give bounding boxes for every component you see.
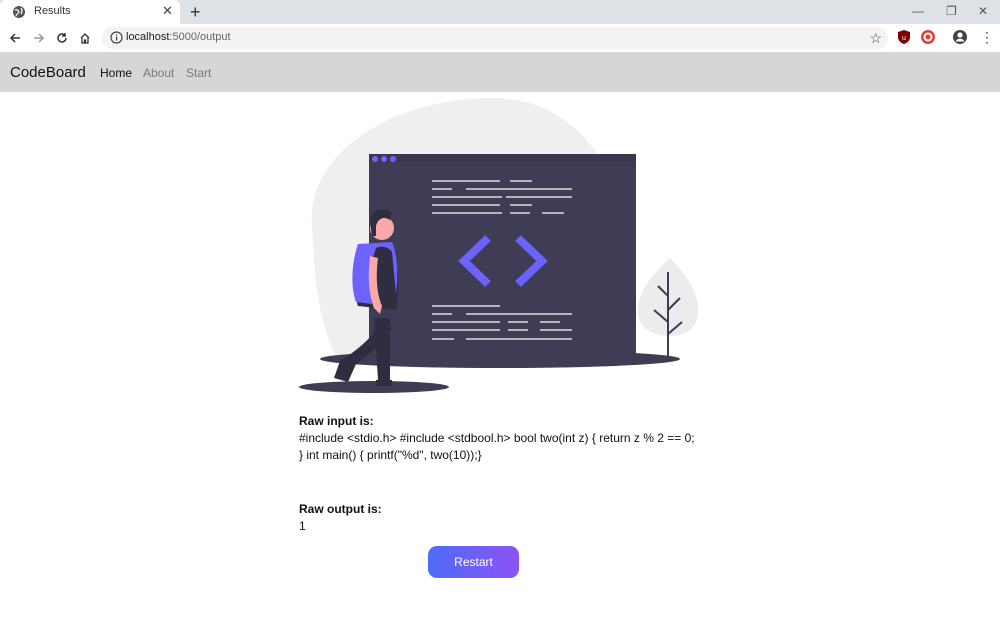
home-icon[interactable] — [76, 29, 94, 47]
info-icon[interactable] — [110, 31, 123, 44]
restart-button[interactable]: Restart — [428, 546, 519, 578]
svg-text:u: u — [902, 35, 906, 42]
url-host: localhost — [126, 31, 170, 43]
address-bar[interactable]: localhost:5000/output ☆ — [102, 27, 888, 49]
browser-tabstrip: Results ✕ + — ❐ ✕ — [0, 0, 1000, 24]
nav-link-start[interactable]: Start — [186, 66, 211, 80]
target-icon[interactable] — [920, 29, 936, 45]
tab-title: Results — [34, 5, 71, 17]
url-path: :5000/output — [169, 31, 231, 43]
nav-link-about[interactable]: About — [143, 66, 174, 80]
forward-arrow-icon[interactable] — [30, 29, 48, 47]
raw-input-text: #include <stdio.h> #include <stdbool.h> … — [299, 431, 695, 462]
globe-icon — [13, 6, 25, 18]
raw-output-label: Raw output is: — [299, 502, 382, 516]
ublock-icon[interactable]: u — [896, 29, 912, 45]
raw-input-label: Raw input is: — [299, 414, 374, 428]
plus-icon[interactable]: + — [190, 2, 201, 22]
minimize-icon[interactable]: — — [912, 4, 924, 18]
star-icon[interactable]: ☆ — [869, 30, 882, 46]
app-navbar: CodeBoard Home About Start — [0, 52, 1000, 92]
raw-output-text: 1 — [299, 519, 306, 533]
restore-icon[interactable]: ❐ — [946, 4, 957, 18]
close-icon[interactable]: ✕ — [162, 4, 173, 18]
browser-tab[interactable]: Results ✕ — [0, 0, 180, 24]
back-arrow-icon[interactable] — [6, 29, 24, 47]
window-close-icon[interactable]: ✕ — [978, 4, 988, 18]
browser-toolbar: localhost:5000/output ☆ u ⋮ — [0, 24, 1000, 53]
brand-logo[interactable]: CodeBoard — [10, 64, 86, 81]
url-text: localhost:5000/output — [126, 31, 231, 43]
account-icon[interactable] — [952, 29, 968, 45]
coding-illustration — [299, 97, 699, 393]
nav-link-home[interactable]: Home — [100, 66, 132, 80]
reload-icon[interactable] — [53, 29, 71, 47]
kebab-menu-icon[interactable]: ⋮ — [980, 30, 994, 44]
